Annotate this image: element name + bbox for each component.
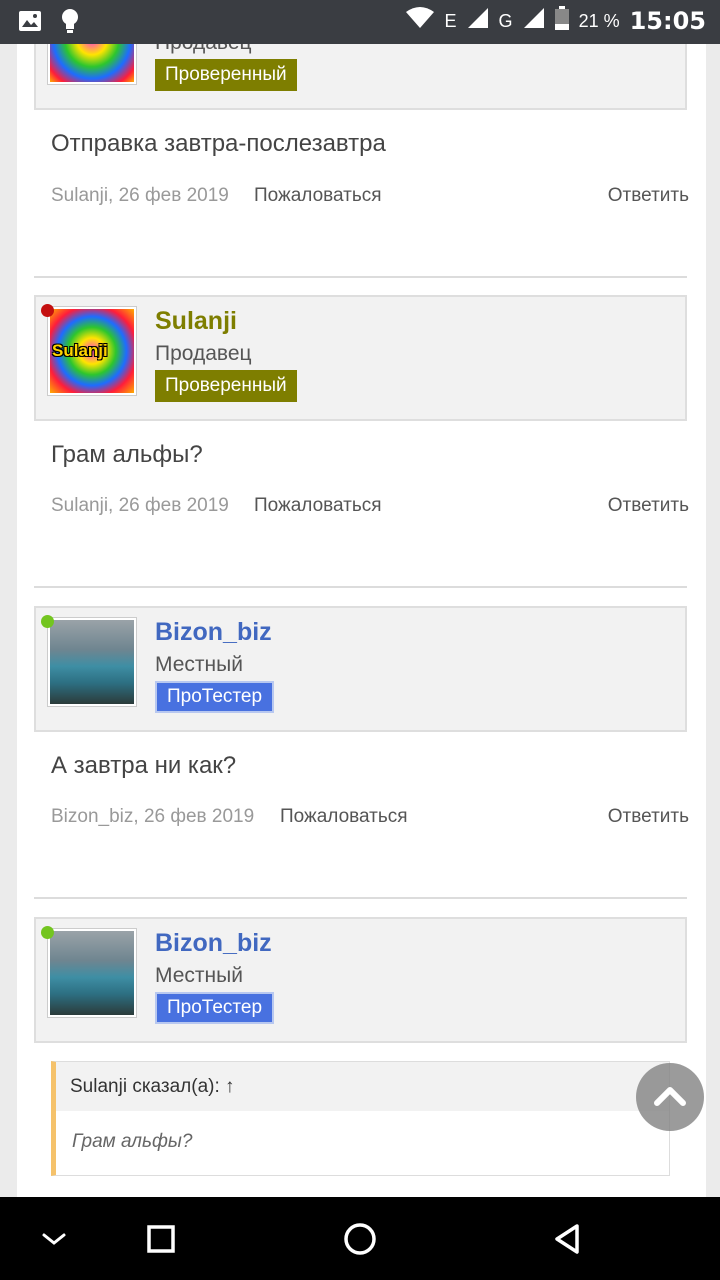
- user-role: Местный: [155, 653, 243, 676]
- battery-percent: 21 %: [578, 10, 620, 31]
- chevron-up-icon: [654, 1087, 686, 1106]
- post-user-block: Bizon_biz Местный ПроТестер: [34, 606, 687, 732]
- scroll-top-button[interactable]: [636, 1063, 704, 1131]
- quote-block: Sulanji сказал(а): ↑ Грам альфы?: [51, 1061, 670, 1176]
- image-icon: [18, 10, 42, 37]
- reply-link[interactable]: Ответить: [608, 185, 689, 207]
- quote-header[interactable]: Sulanji сказал(а): ↑: [56, 1062, 669, 1111]
- post-separator: [34, 897, 687, 899]
- quote-text: Грам альфы?: [72, 1131, 193, 1152]
- post-separator: [34, 276, 687, 278]
- battery-icon: [554, 6, 569, 36]
- avatar[interactable]: [47, 617, 137, 707]
- avatar-text: Sulanji: [52, 341, 108, 360]
- user-badge: ПроТестер: [155, 681, 275, 713]
- thread-page: Продавец Проверенный Отправка завтра-пос…: [17, 44, 706, 1197]
- online-status-dot: [41, 615, 54, 628]
- offline-status-dot: [41, 304, 54, 317]
- post-user-block: Продавец Проверенный: [34, 44, 687, 110]
- avatar[interactable]: Sulanji: [47, 306, 137, 396]
- circle-icon[interactable]: [342, 1221, 378, 1257]
- post-user-block: Sulanji Sulanji Продавец Проверенный: [34, 295, 687, 421]
- post-meta[interactable]: Bizon_biz, 26 фев 2019: [51, 806, 254, 828]
- username[interactable]: Bizon_biz: [155, 929, 272, 958]
- navigation-bar: [0, 1197, 720, 1280]
- network-g-label: G: [498, 10, 513, 31]
- post-message: Отправка завтра-послезавтра: [51, 130, 386, 157]
- network-e-label: E: [444, 10, 457, 31]
- avatar[interactable]: [47, 44, 137, 85]
- wifi-icon: [405, 7, 435, 35]
- post-meta[interactable]: Sulanji, 26 фев 2019: [51, 495, 229, 517]
- clock: 15:05: [629, 7, 706, 35]
- triangle-back-icon[interactable]: [550, 1221, 586, 1257]
- reply-link[interactable]: Ответить: [608, 495, 689, 517]
- username[interactable]: Bizon_biz: [155, 618, 272, 647]
- reply-link[interactable]: Ответить: [608, 806, 689, 828]
- user-role: Местный: [155, 964, 243, 987]
- post-meta[interactable]: Sulanji, 26 фев 2019: [51, 185, 229, 207]
- user-badge: Проверенный: [155, 370, 297, 402]
- avatar[interactable]: [47, 928, 137, 1018]
- user-role: Продавец: [155, 342, 252, 365]
- user-role: Продавец: [155, 44, 252, 55]
- signal-icon: [467, 7, 489, 35]
- post-message: Грам альфы?: [51, 441, 203, 468]
- post-message: А завтра ни как?: [51, 752, 237, 779]
- chevron-down-icon[interactable]: [36, 1221, 72, 1257]
- square-icon[interactable]: [143, 1221, 179, 1257]
- status-bar: E G 21 % 15:05: [0, 0, 720, 44]
- complain-link[interactable]: Пожаловаться: [254, 495, 382, 517]
- complain-link[interactable]: Пожаловаться: [280, 806, 408, 828]
- user-badge: ПроТестер: [155, 992, 275, 1024]
- post-separator: [34, 586, 687, 588]
- username[interactable]: Sulanji: [155, 307, 237, 336]
- user-badge: Проверенный: [155, 59, 297, 91]
- complain-link[interactable]: Пожаловаться: [254, 185, 382, 207]
- post-user-block: Bizon_biz Местный ПроТестер: [34, 917, 687, 1043]
- online-status-dot: [41, 926, 54, 939]
- signal-icon: [523, 7, 545, 35]
- lightbulb-icon: [60, 8, 80, 39]
